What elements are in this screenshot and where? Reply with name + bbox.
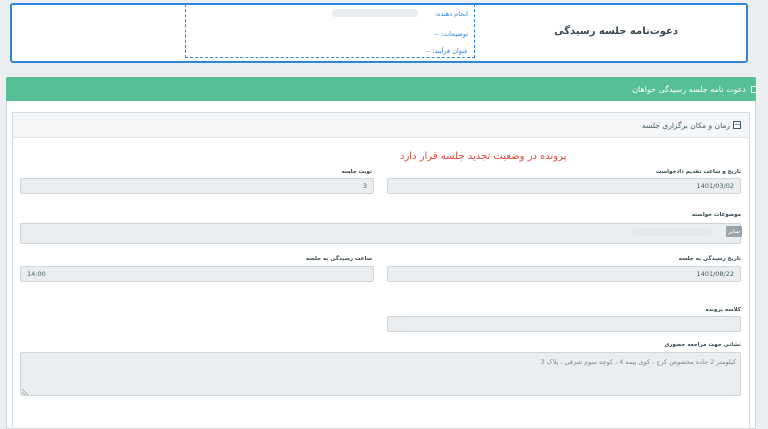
address-label: نشانی جهت مراجعه حضوری	[664, 342, 741, 348]
resize-grip-icon[interactable]	[22, 387, 30, 395]
panel-title: دعوت نامه جلسه رسیدگی خواهان	[632, 85, 746, 94]
description-label: توضیحات: --	[434, 30, 468, 38]
executor-label: انجام دهنده:	[434, 10, 468, 18]
hearing-time-label: ساعت رسیدگی به جلسه	[305, 256, 372, 262]
hearing-date-label: تاریخ رسیدگی به جلسه	[678, 256, 741, 262]
panel-checkbox-icon[interactable]	[751, 86, 758, 93]
case-class-field	[387, 316, 741, 332]
page-title: دعوت‌نامه جلسه رسیدگی	[554, 26, 678, 37]
hearing-date-field: 1401/08/22	[387, 266, 741, 282]
redacted-subject	[632, 228, 712, 236]
process-title-label: عنوان فرآیند: --	[425, 47, 468, 55]
section-header[interactable]	[13, 113, 749, 138]
hearing-time-field: 14:00	[20, 266, 374, 282]
session-turn-field: 3	[20, 178, 374, 194]
session-turn-label: نوبت جلسه	[341, 169, 372, 175]
address-text: کیلومتر 2 جاده مخصوص کرج ، کوی بیمه 4 ، …	[540, 358, 736, 366]
case-class-label: کلاسه پرونده	[705, 307, 741, 313]
request-date-label: تاریخ و ساعت تقدیم دادخواست	[655, 169, 741, 175]
subject-tag[interactable]: سایر	[726, 226, 742, 237]
collapse-icon[interactable]: −	[733, 121, 741, 129]
task-meta-box: انجام دهنده: توضیحات: -- عنوان فرآیند: -…	[185, 4, 475, 58]
request-date-field: 1401/03/02	[387, 178, 741, 194]
section-title: زمان و مکان برگزاری جلسه	[642, 121, 730, 130]
redacted-executor-name	[332, 9, 418, 17]
request-subjects-label: موضوعات خواسته	[691, 212, 741, 218]
status-message: پرونده در وضعیت تجدید جلسه قرار دارد	[400, 151, 567, 162]
